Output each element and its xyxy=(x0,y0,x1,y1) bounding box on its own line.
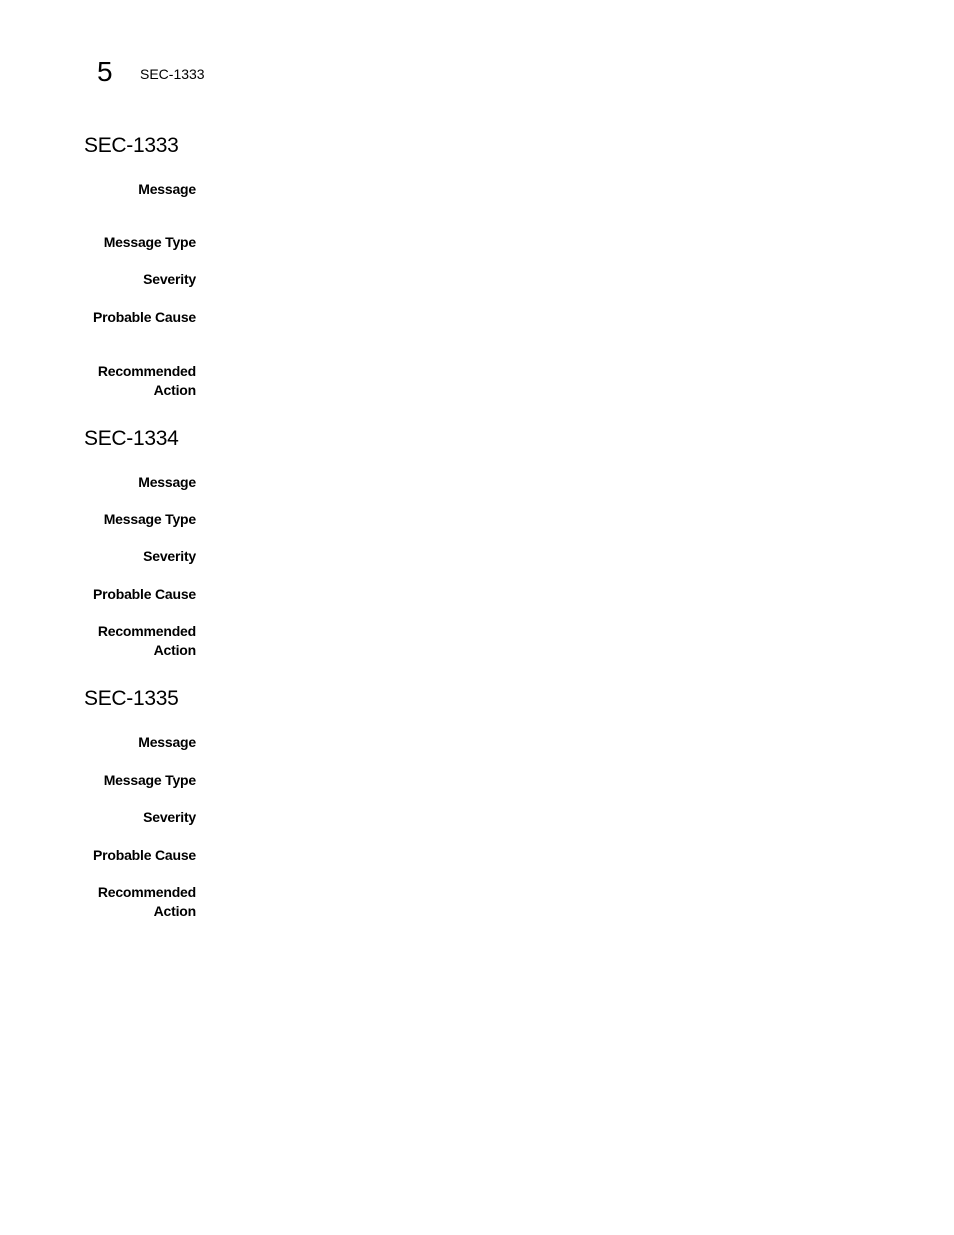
section-title: SEC-1335 xyxy=(84,687,179,710)
field-label-probable-cause: Probable Cause xyxy=(92,847,196,863)
field-label-probable-cause: Probable Cause xyxy=(92,586,196,602)
section-title: SEC-1333 xyxy=(84,134,179,157)
field-label-message: Message xyxy=(138,474,196,490)
field-label-message-type: Message Type xyxy=(103,234,196,250)
chapter-number: 5 xyxy=(97,56,113,87)
field-label-message: Message xyxy=(138,734,196,750)
field-label-probable-cause: Probable Cause xyxy=(92,309,196,325)
field-label-severity: Severity xyxy=(143,548,196,564)
field-label-recommended-action: Recommended Action xyxy=(97,363,196,398)
section-title: SEC-1334 xyxy=(84,427,179,450)
field-label-message-type: Message Type xyxy=(103,511,196,527)
field-label-severity: Severity xyxy=(143,271,196,287)
field-label-recommended-action: Recommended Action xyxy=(97,884,196,919)
field-label-recommended-action: Recommended Action xyxy=(97,623,196,658)
field-label-message: Message xyxy=(138,181,196,197)
field-label-severity: Severity xyxy=(143,809,196,825)
field-label-message-type: Message Type xyxy=(103,772,196,788)
running-title: SEC-1333 xyxy=(140,66,205,82)
